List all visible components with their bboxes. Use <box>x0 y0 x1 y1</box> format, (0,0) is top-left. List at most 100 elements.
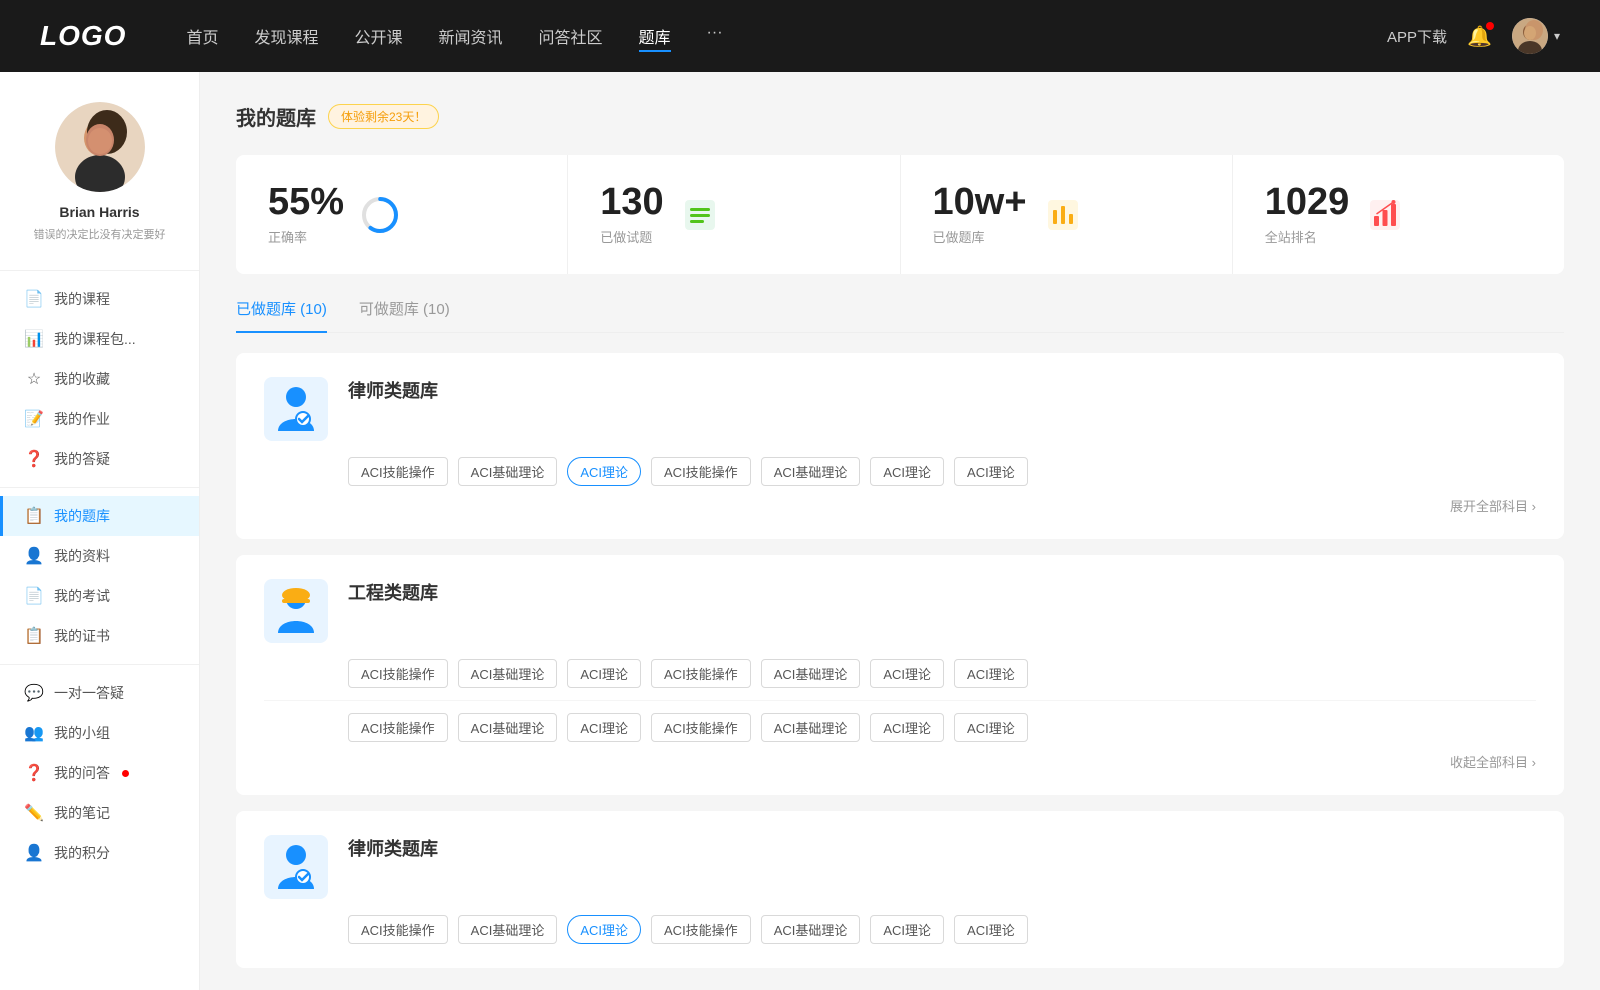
tab-row: 已做题库 (10) 可做题库 (10) <box>236 298 1564 333</box>
done-questions-value: 130 <box>600 183 663 221</box>
done-questions-icon <box>680 195 720 235</box>
tag-1-8[interactable]: ACI基础理论 <box>458 713 558 742</box>
logo: LOGO <box>40 20 126 52</box>
tag-2-5[interactable]: ACI理论 <box>870 915 944 944</box>
tag-0-5[interactable]: ACI理论 <box>870 457 944 486</box>
tab-available[interactable]: 可做题库 (10) <box>359 298 450 333</box>
exam-icon: 📄 <box>24 586 44 606</box>
sidebar: Brian Harris 错误的决定比没有决定要好 📄 我的课程 📊 我的课程包… <box>0 72 200 990</box>
profile-name: Brian Harris <box>20 204 179 220</box>
sidebar-item-profile[interactable]: 👤 我的资料 <box>0 536 199 576</box>
sidebar-item-groups[interactable]: 👥 我的小组 <box>0 713 199 753</box>
sidebar-item-course-packages[interactable]: 📊 我的课程包... <box>0 319 199 359</box>
tag-0-3[interactable]: ACI技能操作 <box>651 457 751 486</box>
collapse-link-1[interactable]: 收起全部科目 › <box>264 752 1536 771</box>
nav-right: APP下载 🔔 ▾ <box>1387 18 1560 54</box>
sidebar-item-certificate[interactable]: 📋 我的证书 <box>0 616 199 656</box>
stat-accuracy: 55% 正确率 <box>236 155 568 274</box>
main-layout: Brian Harris 错误的决定比没有决定要好 📄 我的课程 📊 我的课程包… <box>0 72 1600 990</box>
profile-motto: 错误的决定比没有决定要好 <box>20 226 179 242</box>
nav-home[interactable]: 首页 <box>186 20 218 52</box>
trial-badge: 体验剩余23天！ <box>328 104 439 129</box>
tag-0-2[interactable]: ACI理论 <box>567 457 641 486</box>
nav-news[interactable]: 新闻资讯 <box>439 20 503 52</box>
tag-1-9[interactable]: ACI理论 <box>567 713 641 742</box>
sidebar-item-my-qa[interactable]: ❓ 我的问答 <box>0 753 199 793</box>
nav-question-bank[interactable]: 题库 <box>639 20 671 52</box>
nav-qa[interactable]: 问答社区 <box>539 20 603 52</box>
tag-2-3[interactable]: ACI技能操作 <box>651 915 751 944</box>
qa-icon: ❓ <box>24 763 44 783</box>
tags-row-0: ACI技能操作 ACI基础理论 ACI理论 ACI技能操作 ACI基础理论 AC… <box>348 457 1536 486</box>
notification-bell[interactable]: 🔔 <box>1467 24 1492 49</box>
done-banks-value: 10w+ <box>933 183 1027 221</box>
profile-icon: 👤 <box>24 546 44 566</box>
stat-done-banks: 10w+ 已做题库 <box>901 155 1233 274</box>
tag-2-2[interactable]: ACI理论 <box>567 915 641 944</box>
tab-done[interactable]: 已做题库 (10) <box>236 298 327 333</box>
tag-1-0[interactable]: ACI技能操作 <box>348 659 448 688</box>
nav-open-course[interactable]: 公开课 <box>354 20 402 52</box>
inner-divider-1 <box>264 700 1536 701</box>
user-avatar-menu[interactable]: ▾ <box>1512 18 1560 54</box>
accuracy-label: 正确率 <box>268 227 344 246</box>
tag-2-4[interactable]: ACI基础理论 <box>761 915 861 944</box>
sidebar-item-questions[interactable]: ❓ 我的答疑 <box>0 439 199 479</box>
tag-1-5[interactable]: ACI理论 <box>870 659 944 688</box>
bank-title-2: 律师类题库 <box>348 835 438 861</box>
tag-1-13[interactable]: ACI理论 <box>954 713 1028 742</box>
points-icon: 👤 <box>24 843 44 863</box>
sidebar-item-notes[interactable]: ✏️ 我的笔记 <box>0 793 199 833</box>
tag-2-6[interactable]: ACI理论 <box>954 915 1028 944</box>
bank-icon: 📋 <box>24 506 44 526</box>
nav-discover[interactable]: 发现课程 <box>254 20 318 52</box>
tags-row-1a: ACI技能操作 ACI基础理论 ACI理论 ACI技能操作 ACI基础理论 AC… <box>348 659 1536 688</box>
packages-icon: 📊 <box>24 329 44 349</box>
qa-dot <box>122 770 129 777</box>
sidebar-item-question-bank[interactable]: 📋 我的题库 <box>0 496 199 536</box>
tag-2-0[interactable]: ACI技能操作 <box>348 915 448 944</box>
done-questions-label: 已做试题 <box>600 227 663 246</box>
notification-dot <box>1486 22 1494 30</box>
tag-1-3[interactable]: ACI技能操作 <box>651 659 751 688</box>
bank-icon-0 <box>264 377 328 441</box>
tag-1-1[interactable]: ACI基础理论 <box>458 659 558 688</box>
sidebar-item-exam[interactable]: 📄 我的考试 <box>0 576 199 616</box>
sidebar-item-one-on-one[interactable]: 💬 一对一答疑 <box>0 673 199 713</box>
bank-header-2: 律师类题库 <box>264 835 1536 899</box>
tag-1-6[interactable]: ACI理论 <box>954 659 1028 688</box>
tag-1-10[interactable]: ACI技能操作 <box>651 713 751 742</box>
tag-0-6[interactable]: ACI理论 <box>954 457 1028 486</box>
global-rank-value: 1029 <box>1265 183 1350 221</box>
app-download-link[interactable]: APP下载 <box>1387 26 1447 47</box>
tag-0-4[interactable]: ACI基础理论 <box>761 457 861 486</box>
tag-1-12[interactable]: ACI理论 <box>870 713 944 742</box>
tag-1-7[interactable]: ACI技能操作 <box>348 713 448 742</box>
tag-0-1[interactable]: ACI基础理论 <box>458 457 558 486</box>
bank-card-2: 律师类题库 ACI技能操作 ACI基础理论 ACI理论 ACI技能操作 ACI基… <box>236 811 1564 968</box>
sidebar-item-points[interactable]: 👤 我的积分 <box>0 833 199 873</box>
accuracy-value: 55% <box>268 183 344 221</box>
profile-avatar <box>55 102 145 192</box>
divider-1 <box>0 270 199 271</box>
bank-icon-2 <box>264 835 328 899</box>
sidebar-item-favorites[interactable]: ☆ 我的收藏 <box>0 359 199 399</box>
tag-0-0[interactable]: ACI技能操作 <box>348 457 448 486</box>
chat-icon: 💬 <box>24 683 44 703</box>
bank-icon-1 <box>264 579 328 643</box>
divider-3 <box>0 664 199 665</box>
sidebar-item-homework[interactable]: 📝 我的作业 <box>0 399 199 439</box>
sidebar-item-courses[interactable]: 📄 我的课程 <box>0 279 199 319</box>
cert-icon: 📋 <box>24 626 44 646</box>
bank-title-1: 工程类题库 <box>348 579 438 605</box>
tag-2-1[interactable]: ACI基础理论 <box>458 915 558 944</box>
global-rank-label: 全站排名 <box>1265 227 1350 246</box>
notes-icon: ✏️ <box>24 803 44 823</box>
tag-1-4[interactable]: ACI基础理论 <box>761 659 861 688</box>
nav-more[interactable]: ··· <box>707 20 723 52</box>
bank-card-0: 律师类题库 ACI技能操作 ACI基础理论 ACI理论 ACI技能操作 ACI基… <box>236 353 1564 539</box>
divider-2 <box>0 487 199 488</box>
tag-1-2[interactable]: ACI理论 <box>567 659 641 688</box>
expand-link-0[interactable]: 展开全部科目 › <box>264 496 1536 515</box>
tag-1-11[interactable]: ACI基础理论 <box>761 713 861 742</box>
